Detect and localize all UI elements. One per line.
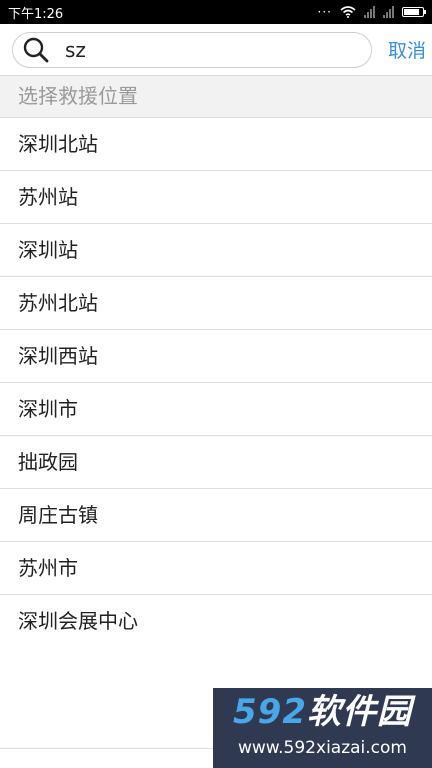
- status-icons: ···: [317, 5, 426, 19]
- search-bar: 取消: [0, 24, 432, 76]
- list-item[interactable]: 拙政园: [0, 436, 432, 489]
- list-item[interactable]: 苏州站: [0, 171, 432, 224]
- list-item[interactable]: 深圳会展中心: [0, 595, 432, 648]
- section-header: 选择救援位置: [0, 76, 432, 118]
- search-field[interactable]: [12, 32, 372, 68]
- list-item[interactable]: 苏州市: [0, 542, 432, 595]
- notification-dots-icon: ···: [317, 5, 332, 19]
- list-item[interactable]: 深圳北站: [0, 118, 432, 171]
- search-input[interactable]: [63, 37, 347, 63]
- list-item[interactable]: 深圳市: [0, 383, 432, 436]
- signal-icon: [364, 6, 375, 18]
- list-item[interactable]: 深圳西站: [0, 330, 432, 383]
- status-bar: 下午1:26 ···: [0, 0, 432, 24]
- list-item[interactable]: 周庄古镇: [0, 489, 432, 542]
- battery-icon: [402, 7, 426, 17]
- list-item[interactable]: 深圳站: [0, 224, 432, 277]
- results-list: 深圳北站 苏州站 深圳站 苏州北站 深圳西站 深圳市 拙政园 周庄古镇 苏州市 …: [0, 118, 432, 648]
- signal-icon-2: [383, 6, 394, 18]
- status-time: 下午1:26: [8, 6, 64, 22]
- cancel-button[interactable]: 取消: [388, 36, 426, 63]
- watermark-url: www.592xiazai.com: [238, 738, 407, 758]
- wifi-icon: [340, 6, 356, 18]
- watermark-logo-text: 592软件园: [233, 692, 412, 732]
- list-item[interactable]: 苏州北站: [0, 277, 432, 330]
- search-icon: [19, 33, 53, 67]
- watermark-logo: 592软件园 www.592xiazai.com: [213, 688, 432, 768]
